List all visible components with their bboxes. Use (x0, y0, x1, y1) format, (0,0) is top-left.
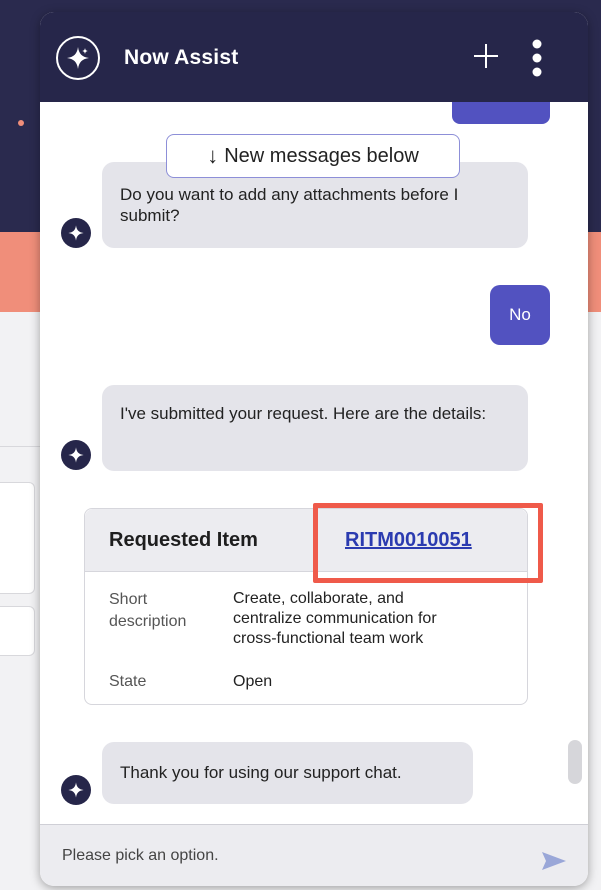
field-value-state: Open (233, 673, 273, 690)
send-button[interactable] (540, 849, 568, 873)
message-text: No (509, 305, 531, 324)
background-divider (0, 446, 40, 447)
sparkle-icon (56, 36, 100, 80)
sparkle-icon (68, 447, 84, 463)
user-message-bubble: No (490, 285, 550, 345)
field-value-line: Create, collaborate, and (233, 590, 404, 607)
sparkle-icon (68, 782, 84, 798)
background-form-field (0, 606, 35, 656)
background-form-field (0, 482, 35, 594)
bot-message-bubble: I've submitted your request. Here are th… (102, 385, 528, 471)
new-messages-label: New messages below (224, 144, 419, 167)
bot-avatar (61, 218, 91, 248)
chat-title: Now Assist (124, 46, 239, 69)
send-icon (542, 852, 566, 870)
scrollbar-thumb[interactable] (568, 740, 582, 784)
bot-avatar (61, 775, 91, 805)
new-messages-button[interactable]: ↓ New messages below (166, 134, 460, 178)
field-value-line: cross-functional team work (233, 630, 424, 647)
background-dot (18, 120, 24, 126)
menu-button[interactable] (526, 36, 548, 80)
field-label-line: Short (109, 591, 148, 608)
card-title: Requested Item (109, 529, 258, 551)
chat-panel: Now Assist Do you want to add any attach… (40, 12, 588, 886)
requested-item-card: Requested Item RITM0010051 Short descrip… (84, 503, 543, 705)
field-label-state: State (109, 673, 147, 690)
message-text: I've submitted your request. Here are th… (120, 404, 487, 423)
bot-message-bubble: Thank you for using our support chat. (102, 742, 473, 804)
field-value-line: centralize communication for (233, 610, 437, 627)
kebab-menu-icon (532, 39, 542, 77)
field-label-short-description: Short description (109, 589, 186, 633)
plus-icon (474, 44, 498, 68)
highlight-box (313, 503, 543, 583)
bot-avatar (61, 440, 91, 470)
field-label-line: description (109, 613, 187, 630)
message-text: Thank you for using our support chat. (120, 763, 402, 782)
sparkle-icon (68, 225, 84, 241)
chat-header: Now Assist (40, 12, 588, 102)
composer (40, 824, 588, 886)
arrow-down-icon: ↓ (207, 143, 219, 168)
message-text: Do you want to add any attachments befor… (120, 185, 459, 225)
field-value-short-description: Create, collaborate, and centralize comm… (233, 589, 437, 649)
user-message-bubble-partial (452, 102, 550, 124)
message-input[interactable] (40, 825, 530, 886)
new-chat-button[interactable] (468, 38, 504, 74)
